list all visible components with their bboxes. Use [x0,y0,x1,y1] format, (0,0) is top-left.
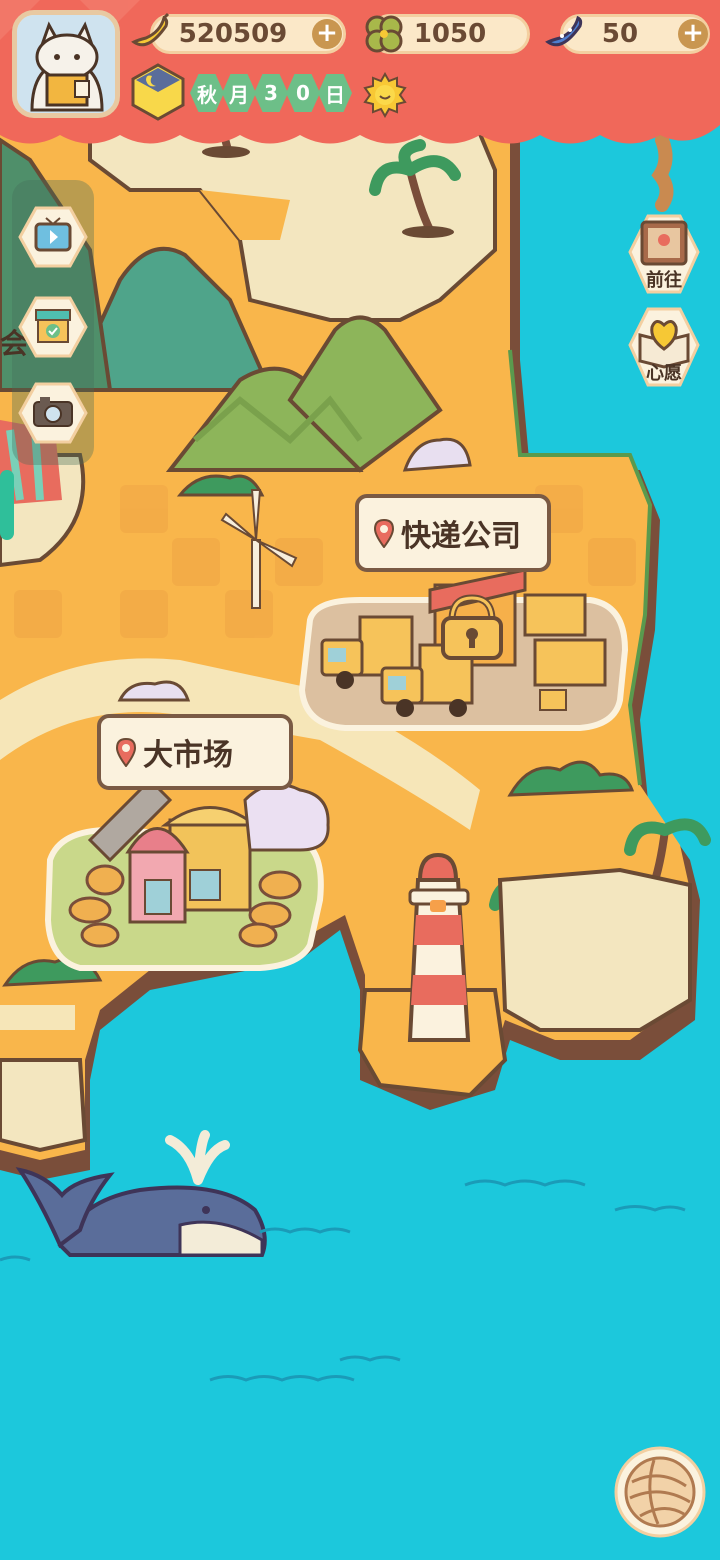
calendar-date: 秋 月 3 0 日 [190,74,352,114]
date-digit-2: 0 [286,74,320,112]
blue-banana-icon [545,15,583,47]
add-blue-banana-button[interactable]: + [678,19,708,49]
market-label[interactable]: 大市场 [97,714,293,790]
date-day: 日 [318,74,352,112]
add-banana-button[interactable]: + [312,19,342,49]
shop-stall-button[interactable] [18,296,88,358]
clover-icon [365,15,403,53]
date-season: 秋 [190,74,224,112]
express-company-name: 快递公司 [401,519,521,554]
camera-button[interactable] [18,382,88,444]
location-pin-icon [115,737,137,767]
night-moon-icon[interactable] [128,62,188,122]
banana-count: 520509 [178,19,288,49]
yarn-ball-icon [624,1456,696,1528]
location-pin-icon [373,518,395,548]
player-avatar[interactable] [12,10,120,118]
banana-icon [131,12,170,47]
shop-stall-icon [35,309,71,343]
top-hud: 520509 + 1050 50 + 秋 月 3 0 日 [0,0,720,150]
wish-button[interactable]: 心愿 [628,305,700,391]
tv-icon [34,217,72,252]
tv-button[interactable] [18,206,88,268]
market-name: 大市场 [143,738,233,773]
lighthouse [407,852,471,1042]
sunny-weather-icon[interactable] [362,72,408,118]
express-company-label[interactable]: 快递公司 [355,494,551,572]
date-digit-1: 3 [254,74,288,112]
clover-count: 1050 [413,19,487,49]
cat-avatar-icon [17,15,115,113]
camera-icon [33,397,73,427]
blue-banana-count: 50 [601,19,639,49]
yarn-ball-button[interactable] [614,1446,706,1538]
wish-label: 心愿 [646,363,682,384]
goto-label: 前往 [646,270,682,291]
goto-button[interactable]: 前往 [628,212,700,298]
date-month: 月 [222,74,256,112]
